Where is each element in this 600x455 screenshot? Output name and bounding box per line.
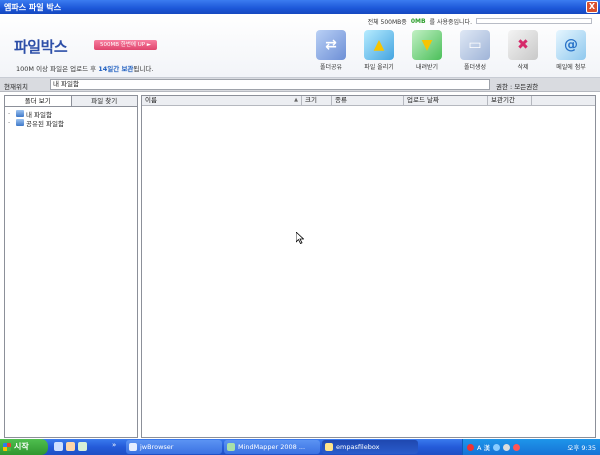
sort-ascending-icon: ▲ [294, 97, 298, 103]
shared-folder-icon [16, 119, 24, 126]
column-header-type[interactable]: 종류 [332, 96, 404, 105]
task-list: jwBrowser MindMapper 2008 ... empasfileb… [126, 440, 418, 454]
toolbar: ⇄ 폴더공유 ▲ 파일 올리기 ▼ 내려받기 ▭ 폴더생성 ✖ 삭제 @ 메일에… [308, 30, 594, 76]
filebox-logo: 파일박스 [14, 38, 68, 56]
upload-label: 파일 올리기 [364, 64, 394, 71]
file-list-body[interactable] [142, 106, 595, 436]
upload-button[interactable]: ▲ 파일 올리기 [356, 30, 402, 76]
email-attach-label: 메일에 첨부 [556, 64, 586, 71]
new-folder-icon: ▭ [460, 30, 490, 60]
network-icon[interactable] [493, 443, 501, 451]
start-label: 시작 [14, 442, 29, 451]
tree-expander-icon[interactable]: - [8, 110, 14, 117]
task-label: empasfilebox [336, 443, 380, 451]
notice-text: 100M 이상 파일은 업로드 후 [16, 65, 97, 73]
close-button[interactable]: X [586, 1, 598, 13]
header: 전체 500MB중 0MB 를 사용중입니다. 파일박스 500MB 한번에 U… [0, 14, 600, 78]
desktop-icon[interactable] [54, 442, 63, 451]
app-icon [129, 443, 137, 451]
column-header-retention[interactable]: 보관기간 [488, 96, 532, 105]
app-icon [227, 443, 235, 451]
file-list-header: 이름 ▲ 크기 종류 업로드 날짜 보관기간 [142, 96, 595, 106]
tab-file-search[interactable]: 파일 찾기 [71, 96, 137, 106]
delete-label: 삭제 [517, 64, 529, 71]
notice-days: 14일간 보관 [98, 65, 134, 73]
usage-suffix: 를 사용중입니다. [429, 18, 472, 26]
download-label: 내려받기 [415, 64, 439, 71]
browser-icon[interactable] [66, 442, 75, 451]
volume-icon[interactable] [503, 443, 511, 451]
permission-text: 권한 : 모든권한 [496, 83, 539, 91]
location-field[interactable]: 내 파일함 [50, 79, 490, 90]
download-button[interactable]: ▼ 내려받기 [404, 30, 450, 76]
download-icon: ▼ [412, 30, 442, 60]
delete-icon: ✖ [508, 30, 538, 60]
usage-indicator: 전체 500MB중 0MB 를 사용중입니다. [368, 16, 592, 26]
start-button[interactable]: 시작 [0, 439, 48, 455]
task-button-jwbrowser[interactable]: jwBrowser [126, 440, 222, 454]
delete-button[interactable]: ✖ 삭제 [500, 30, 546, 76]
app-icon [325, 443, 333, 451]
retention-notice: 100M 이상 파일은 업로드 후 14일간 보관됩니다. [16, 63, 153, 73]
folder-icon [16, 110, 24, 117]
task-button-mindmapper[interactable]: MindMapper 2008 ... [224, 440, 320, 454]
folder-share-button[interactable]: ⇄ 폴더공유 [308, 30, 354, 76]
system-tray: A 漢 오후 9:35 [462, 439, 600, 455]
windows-flag-icon [3, 443, 11, 451]
file-list-panel: 이름 ▲ 크기 종류 업로드 날짜 보관기간 [141, 95, 596, 438]
folder-panel: 폴더 보기 파일 찾기 - 내 파일함 - 공유된 파일함 [4, 95, 138, 438]
task-label: jwBrowser [140, 443, 174, 451]
column-header-upload-date[interactable]: 업로드 날짜 [404, 96, 488, 105]
column-header-name[interactable]: 이름 ▲ [142, 96, 302, 105]
tab-folder-view[interactable]: 폴더 보기 [5, 96, 72, 106]
panel-tabs: 폴더 보기 파일 찾기 [5, 96, 137, 107]
title-bar: 엠파스 파일 박스 X [0, 0, 600, 14]
column-label: 이름 [145, 96, 157, 104]
tree-item-label: 공유된 파일함 [26, 119, 64, 128]
new-folder-button[interactable]: ▭ 폴더생성 [452, 30, 498, 76]
upload-icon: ▲ [364, 30, 394, 60]
usage-used: 0MB [410, 17, 426, 25]
task-label: MindMapper 2008 ... [238, 443, 306, 451]
new-folder-label: 폴더생성 [463, 64, 487, 71]
usage-prefix: 전체 500MB중 [367, 18, 407, 26]
usage-bar [476, 18, 592, 24]
media-icon[interactable] [78, 442, 87, 451]
ime-indicator[interactable]: A 漢 [477, 442, 490, 452]
location-label: 현재위치 [4, 83, 28, 91]
window-title: 엠파스 파일 박스 [4, 3, 62, 12]
email-attach-button[interactable]: @ 메일에 첨부 [548, 30, 594, 76]
tree-item-shared-files[interactable]: - 공유된 파일함 [8, 118, 134, 128]
clock: 오후 9:35 [567, 444, 596, 452]
taskbar: 시작 » jwBrowser MindMapper 2008 ... empas… [0, 439, 600, 455]
quick-launch-expand-icon[interactable]: » [112, 441, 116, 449]
mouse-cursor-icon [296, 232, 304, 244]
column-header-size[interactable]: 크기 [302, 96, 332, 105]
folder-tree: - 내 파일함 - 공유된 파일함 [5, 107, 137, 129]
folder-share-icon: ⇄ [316, 30, 346, 60]
language-icon[interactable] [467, 443, 474, 451]
task-button-empasfilebox[interactable]: empasfilebox [322, 440, 418, 454]
promo-banner[interactable]: 500MB 한번에 UP ► [94, 40, 158, 50]
quick-launch [54, 442, 87, 451]
tree-expander-icon[interactable]: - [8, 119, 14, 126]
location-bar: 현재위치 내 파일함 권한 : 모든권한 [0, 78, 600, 92]
email-attach-icon: @ [556, 30, 586, 60]
security-icon[interactable] [513, 443, 521, 451]
notice-text-end: 됩니다. [133, 65, 154, 73]
folder-share-label: 폴더공유 [319, 64, 343, 71]
